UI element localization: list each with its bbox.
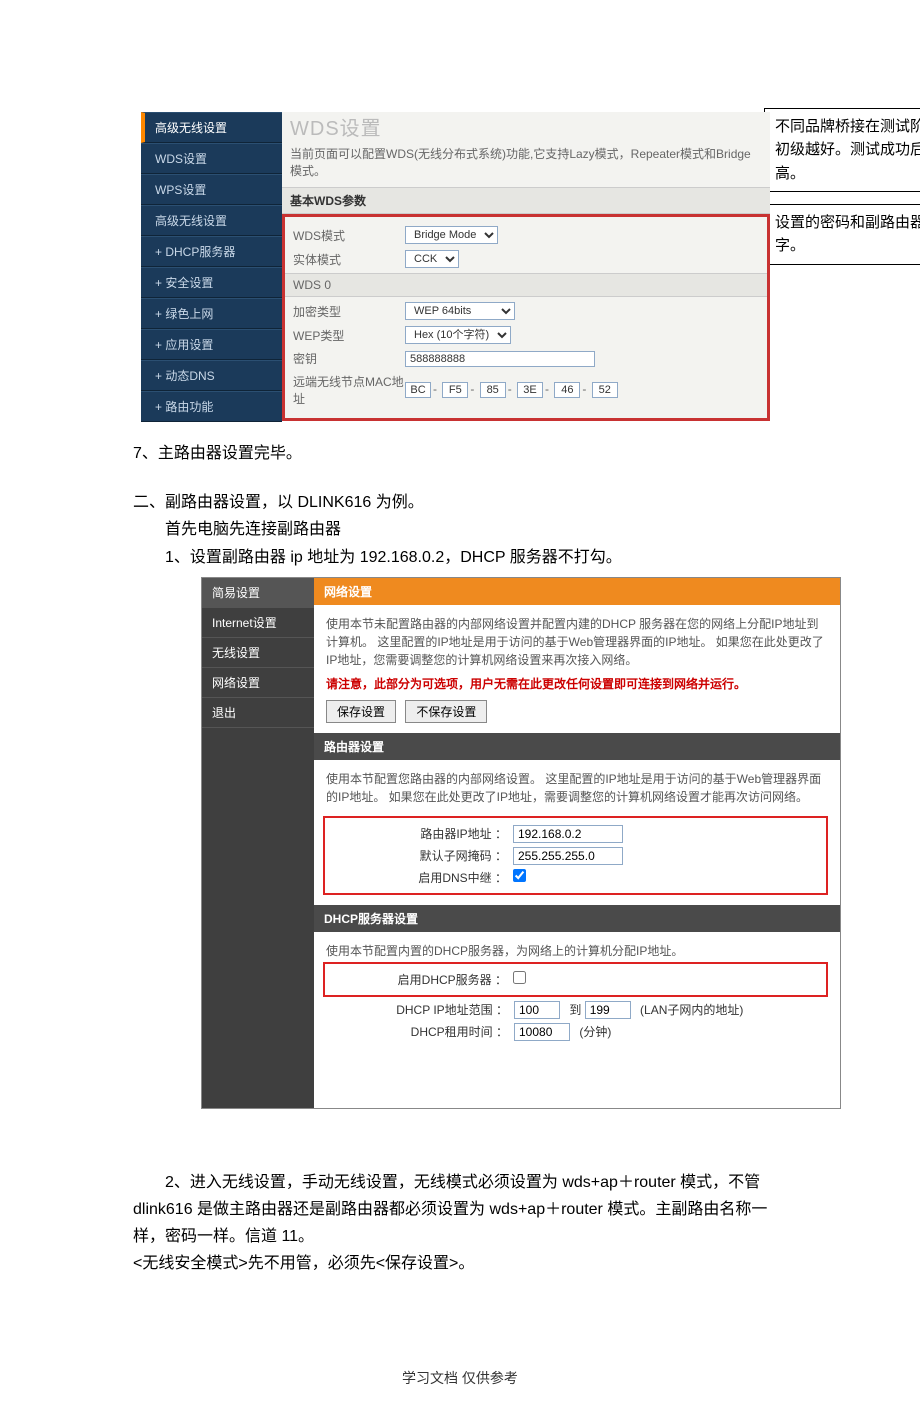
text-step7: 7、主路由器设置完毕。 [133, 440, 920, 467]
mac-3[interactable] [517, 382, 543, 398]
lease-input[interactable] [514, 1023, 570, 1041]
wds-sidebar: 高级无线设置WDS设置WPS设置高级无线设置+ DHCP服务器+ 安全设置+ 绿… [141, 112, 282, 422]
page-footer: 学习文档 仅供参考 [0, 1368, 920, 1388]
wds-sidebar-item-7[interactable]: + 应用设置 [141, 329, 282, 360]
mac-4[interactable] [554, 382, 580, 398]
key-label: 密钥 [293, 350, 405, 367]
wds-section-header: 基本WDS参数 [282, 187, 770, 214]
wds-sidebar-item-8[interactable]: + 动态DNS [141, 360, 282, 391]
mac-5[interactable] [592, 382, 618, 398]
wds0-label: WDS 0 [285, 273, 767, 297]
dlink-panel: 简易设置Internet设置无线设置网络设置退出 网络设置 使用本节未配置路由器… [201, 577, 841, 1109]
wds-sidebar-item-1[interactable]: WDS设置 [141, 143, 282, 174]
dlink-intro-box: 使用本节未配置路由器的内部网络设置并配置内建的DHCP 服务器在您的网络上分配I… [314, 605, 840, 733]
dlink-sidebar-item-3[interactable]: 网络设置 [202, 668, 314, 698]
callout-password-tip: 设置的密码和副路由器一样的数字。 [764, 204, 920, 265]
wds-sidebar-item-0[interactable]: 高级无线设置 [141, 112, 282, 143]
range-note: (LAN子网内的地址) [640, 1003, 743, 1017]
wds-sidebar-item-2[interactable]: WPS设置 [141, 174, 282, 205]
dlink-sidebar-item-2[interactable]: 无线设置 [202, 638, 314, 668]
dlink-sidebar: 简易设置Internet设置无线设置网络设置退出 [202, 578, 314, 1108]
enable-dhcp-checkbox[interactable] [513, 971, 526, 984]
wds-desc: 当前页面可以配置WDS(无线分布式系统)功能,它支持Lazy模式，Repeate… [282, 141, 770, 187]
para2-line2: <无线安全模式>先不用管，必须先<保存设置>。 [133, 1250, 787, 1277]
enc-type-label: 加密类型 [293, 303, 405, 320]
mac-1[interactable] [442, 382, 468, 398]
dlink-router-note: 使用本节配置您路由器的内部网络设置。 这里配置的IP地址是用于访问的基于Web管… [326, 770, 828, 806]
dlink-sub-dhcp: DHCP服务器设置 [314, 905, 840, 932]
key-input[interactable] [405, 351, 595, 367]
dhcp-enable-highlight: 启用DHCP服务器 ： [323, 962, 828, 997]
dlink-sub-router: 路由器设置 [314, 733, 840, 760]
range-mid: 到 [569, 1003, 581, 1017]
wds-mode-select[interactable]: Bridge Mode [405, 226, 498, 244]
dns-relay-checkbox[interactable] [513, 869, 526, 882]
wds-title: WDS设置 [282, 112, 770, 141]
phy-mode-select[interactable]: CCK [405, 250, 459, 268]
dlink-router-form: 使用本节配置您路由器的内部网络设置。 这里配置的IP地址是用于访问的基于Web管… [314, 760, 840, 905]
dlink-sidebar-item-1[interactable]: Internet设置 [202, 608, 314, 638]
wds-main: WDS设置 当前页面可以配置WDS(无线分布式系统)功能,它支持Lazy模式，R… [282, 112, 770, 421]
mac-inputs: - - - - - [405, 382, 759, 398]
dlink-sidebar-item-0[interactable]: 简易设置 [202, 578, 314, 608]
dlink-intro-warn: 请注意，此部分为可选项，用户无需在此更改任何设置即可连接到网络并运行。 [326, 675, 828, 692]
wep-type-select[interactable]: Hex (10个字符) [405, 326, 511, 344]
dhcp-range-from[interactable] [514, 1001, 560, 1019]
dns-relay-label: 启用DNS中继 ： [325, 869, 513, 886]
text-connect-first: 首先电脑先连接副路由器 [165, 516, 920, 543]
text-step1: 1、设置副路由器 ip 地址为 192.168.0.2，DHCP 服务器不打勾。 [165, 544, 920, 571]
wds-form-highlight: WDS模式 Bridge Mode 实体模式 CCK WDS 0 加密类型 WE… [282, 214, 770, 421]
dlink-dhcp-note: 使用本节配置内置的DHCP服务器，为网络上的计算机分配IP地址。 [326, 942, 828, 960]
router-ip-highlight: 路由器IP地址 ： 默认子网掩码 ： 启用DNS中继 ： [323, 816, 828, 895]
dhcp-range-to[interactable] [585, 1001, 631, 1019]
dlink-dhcp-form: 使用本节配置内置的DHCP服务器，为网络上的计算机分配IP地址。 启用DHCP服… [314, 932, 840, 1055]
wep-type-label: WEP类型 [293, 327, 405, 344]
wds-sidebar-item-3[interactable]: 高级无线设置 [141, 205, 282, 236]
mac-2[interactable] [480, 382, 506, 398]
enable-dhcp-label: 启用DHCP服务器 ： [325, 971, 513, 988]
mac-label: 远端无线节点MAC地址 [293, 373, 405, 407]
router-ip-input[interactable] [513, 825, 623, 843]
router-ip-label: 路由器IP地址 ： [325, 825, 513, 842]
mac-0[interactable] [405, 382, 431, 398]
enc-type-select[interactable]: WEP 64bits [405, 302, 515, 320]
subnet-label: 默认子网掩码 ： [325, 847, 513, 864]
wds-mode-label: WDS模式 [293, 227, 405, 244]
dhcp-range-label: DHCP IP地址范围 ： [326, 1001, 514, 1018]
text-section2-title: 二、副路由器设置，以 DLINK616 为例。 [133, 489, 920, 516]
wds-sidebar-item-4[interactable]: + DHCP服务器 [141, 236, 282, 267]
para2-line1: 2、进入无线设置，手动无线设置，无线模式必须设置为 wds+ap＋router … [133, 1169, 787, 1251]
wds-sidebar-item-6[interactable]: + 绿色上网 [141, 298, 282, 329]
wds-settings-panel: 高级无线设置WDS设置WPS设置高级无线设置+ DHCP服务器+ 安全设置+ 绿… [141, 112, 774, 422]
nosave-button[interactable]: 不保存设置 [405, 700, 487, 723]
wds-sidebar-item-5[interactable]: + 安全设置 [141, 267, 282, 298]
paragraph-step2: 2、进入无线设置，手动无线设置，无线模式必须设置为 wds+ap＋router … [133, 1169, 787, 1278]
lease-label: DHCP租用时间 ： [326, 1023, 514, 1040]
save-button[interactable]: 保存设置 [326, 700, 396, 723]
dlink-sidebar-item-4[interactable]: 退出 [202, 698, 314, 728]
dlink-intro-note: 使用本节未配置路由器的内部网络设置并配置内建的DHCP 服务器在您的网络上分配I… [326, 615, 828, 669]
lease-unit: (分钟) [579, 1025, 611, 1039]
dlink-main: 网络设置 使用本节未配置路由器的内部网络设置并配置内建的DHCP 服务器在您的网… [314, 578, 840, 1108]
callout-encryption-tip: 不同品牌桥接在测试阶段，加密类型越初级越好。测试成功后可把加密等级提高。 [764, 108, 920, 192]
phy-mode-label: 实体模式 [293, 251, 405, 268]
wds-sidebar-item-9[interactable]: + 路由功能 [141, 391, 282, 422]
subnet-input[interactable] [513, 847, 623, 865]
dlink-header-network: 网络设置 [314, 578, 840, 605]
